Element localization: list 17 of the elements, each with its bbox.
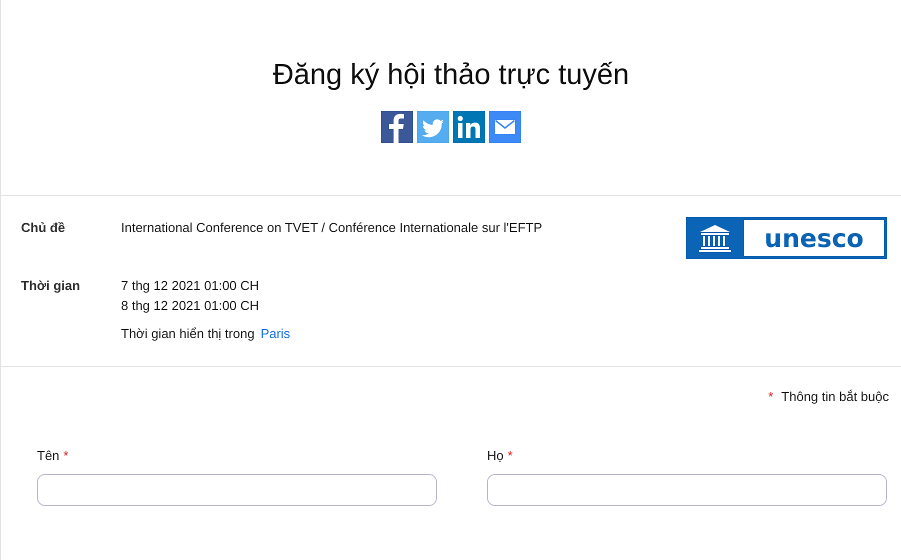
required-mark: * xyxy=(508,448,513,464)
unesco-logo: unesco xyxy=(686,216,887,259)
field-label: Tên xyxy=(37,448,60,464)
page-title: Đăng ký hội thảo trực tuyến xyxy=(272,58,630,93)
field-label: Họ xyxy=(487,448,504,464)
required-mark: * xyxy=(768,388,774,404)
detail-value: 8 thg 12 2021 01:00 CH xyxy=(121,296,260,315)
field-label: Thời gian xyxy=(21,276,82,295)
timezone-link[interactable]: Paris xyxy=(260,326,290,341)
required-mark: * xyxy=(63,448,68,464)
required-note: Thông tin bắt buộc xyxy=(781,388,889,404)
detail-value: International Conference on TVET / Conférence Internationale sur l'EFTP xyxy=(121,218,542,237)
timezone-note: Thời gian hiển thị trong xyxy=(121,326,255,341)
detail-value: 7 thg 12 2021 01:00 CH xyxy=(121,276,260,295)
field-label: Chủ đề xyxy=(21,218,66,237)
text-input[interactable] xyxy=(487,474,887,506)
text-input[interactable] xyxy=(37,474,437,506)
